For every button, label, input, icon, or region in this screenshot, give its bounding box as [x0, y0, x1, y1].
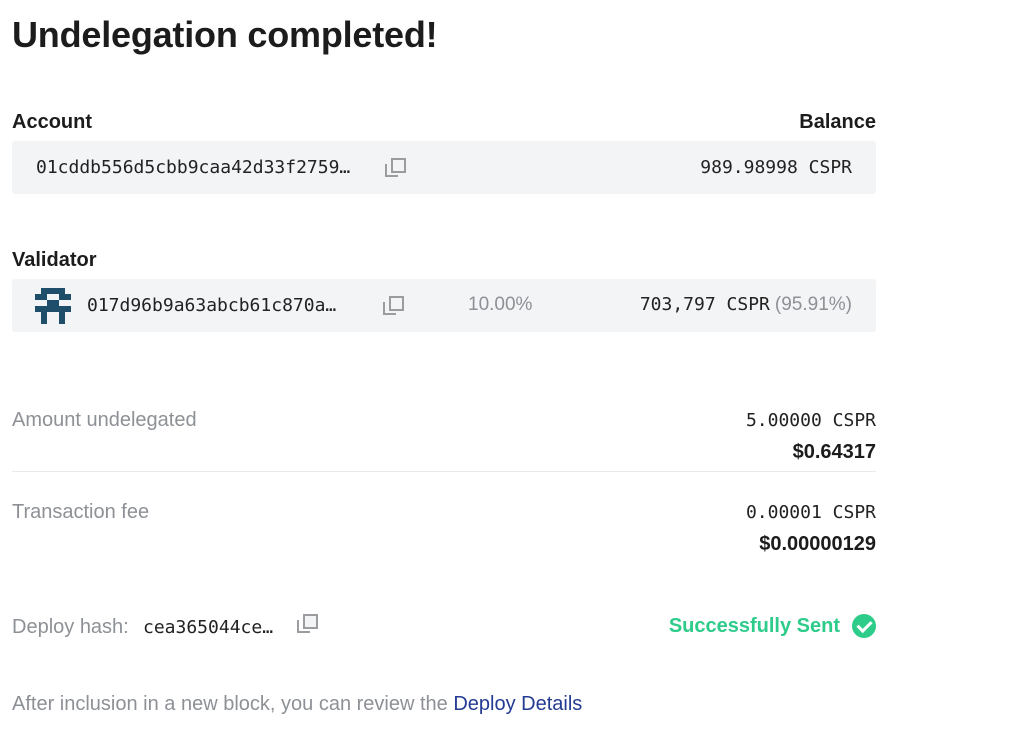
- validator-stake: 703,797 CSPR (95.91%): [640, 294, 852, 316]
- validator-stake-amount: 703,797 CSPR: [639, 294, 770, 315]
- footer-text: After inclusion in a new block, you can …: [12, 693, 454, 715]
- account-header: Account Balance: [12, 111, 876, 134]
- deploy-hash-label: Deploy hash:: [12, 616, 129, 638]
- check-circle-icon: [852, 614, 876, 638]
- validator-label: Validator: [12, 249, 97, 271]
- copy-icon[interactable]: [385, 158, 406, 178]
- page-title: Undelegation completed!: [12, 14, 438, 55]
- account-hash: 01cddb556d5cbb9caa42d33f2759…: [36, 157, 351, 178]
- transaction-fee-label: Transaction fee: [12, 501, 150, 523]
- footer-note: After inclusion in a new block, you can …: [12, 693, 582, 716]
- validator-avatar-icon: [35, 288, 71, 324]
- transaction-fee-cspr: 0.00001 CSPR: [745, 502, 876, 523]
- account-label: Account: [12, 111, 92, 133]
- validator-header: Validator: [12, 249, 876, 272]
- copy-icon[interactable]: [383, 296, 404, 316]
- account-card: 01cddb556d5cbb9caa42d33f2759… 989.98998 …: [12, 141, 876, 194]
- validator-card: 017d96b9a63abcb61c870a… 10.00% 703,797 C…: [12, 279, 876, 332]
- validator-stake-percent: (95.91%): [774, 294, 852, 315]
- copy-icon[interactable]: [297, 614, 318, 634]
- divider: [12, 471, 876, 472]
- balance-label: Balance: [799, 111, 876, 133]
- amount-undelegated-usd: $0.64317: [792, 441, 876, 463]
- validator-fee: 10.00%: [468, 294, 533, 315]
- amount-undelegated-cspr: 5.00000 CSPR: [745, 410, 876, 431]
- transaction-fee-usd: $0.00000129: [759, 533, 876, 555]
- amount-undelegated-label: Amount undelegated: [12, 409, 197, 431]
- status-text: Successfully Sent: [668, 615, 840, 637]
- validator-hash: 017d96b9a63abcb61c870a…: [87, 295, 337, 316]
- account-balance: 989.98998 CSPR: [700, 157, 852, 178]
- deploy-details-link[interactable]: Deploy Details: [453, 693, 582, 715]
- deploy-hash-value: cea365044ce…: [143, 617, 274, 638]
